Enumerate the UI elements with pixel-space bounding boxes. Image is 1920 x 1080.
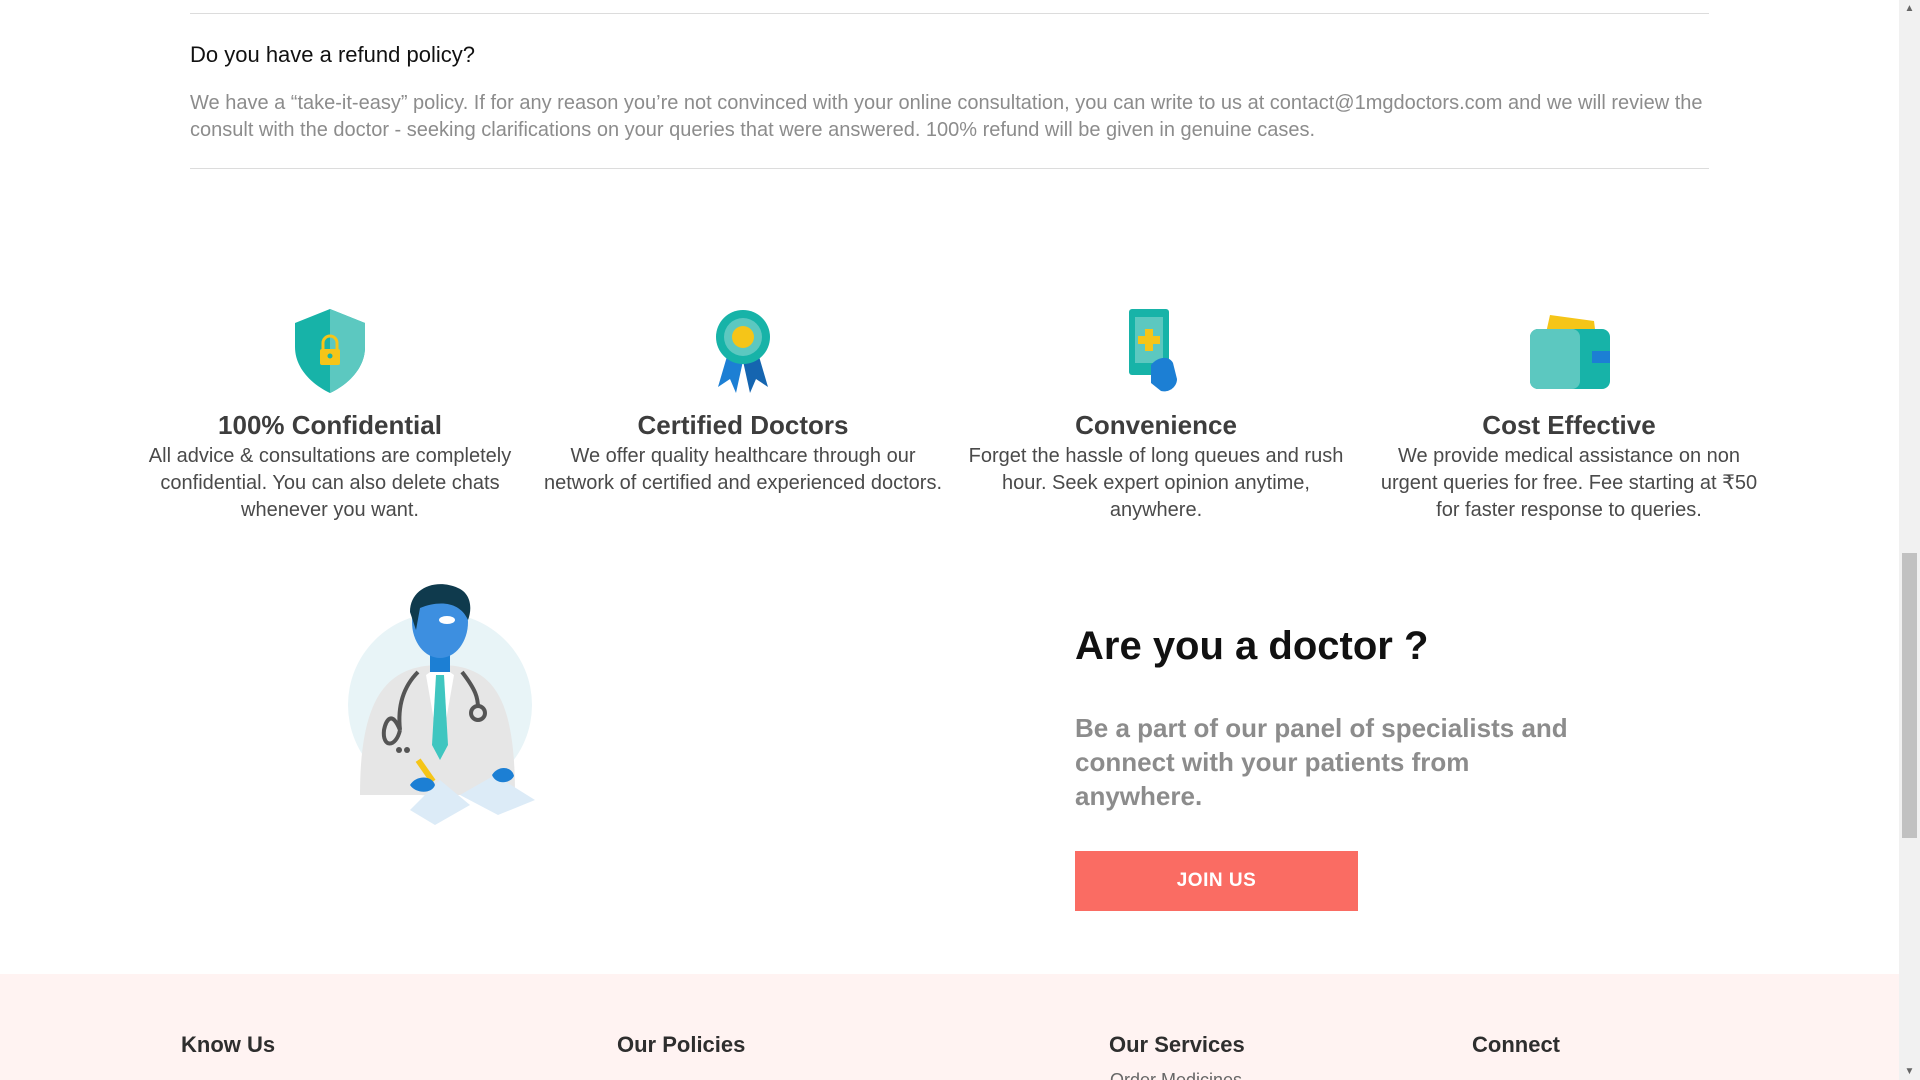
footer-heading-connect: Connect: [1472, 1032, 1560, 1057]
scroll-up-arrow-icon[interactable]: ▲: [1899, 0, 1920, 17]
feature-title: Cost Effective: [1482, 410, 1656, 440]
feature-title: 100% Confidential: [218, 410, 442, 440]
wallet-icon: [1530, 315, 1610, 389]
doctor-illustration: [348, 584, 535, 825]
feature-text: All advice & consultations are completel…: [148, 445, 512, 521]
doctor-cta-title: Are you a doctor ?: [1075, 624, 1429, 668]
phone-plus-icon: [1129, 309, 1177, 392]
footer-link[interactable]: Order Medicines: [1110, 1070, 1242, 1080]
feature-text: We provide medical assistance on non urg…: [1380, 445, 1758, 521]
footer-heading-our-policies: Our Policies: [617, 1032, 746, 1057]
award-ribbon-icon: [716, 310, 770, 393]
page: Do you have a refund policy? We have a “…: [0, 0, 1899, 1080]
divider: [190, 168, 1709, 169]
faq-question[interactable]: Do you have a refund policy?: [190, 42, 475, 68]
feature-confidential: 100% Confidential All advice & consultat…: [130, 305, 530, 524]
footer-heading-know-us: Know Us: [181, 1032, 276, 1057]
vertical-scrollbar[interactable]: ▲ ▼: [1899, 0, 1920, 1080]
footer: [0, 974, 1899, 1080]
feature-title: Convenience: [1075, 410, 1237, 440]
faq-answer: We have a “take-it-easy” policy. If for …: [190, 92, 1703, 141]
feature-convenience: Convenience Forget the hassle of long qu…: [956, 305, 1356, 524]
doctor-cta-subtitle: Be a part of our panel of specialists an…: [1075, 713, 1568, 811]
shield-lock-icon: [295, 309, 365, 393]
feature-cost-effective: Cost Effective We provide medical assist…: [1369, 305, 1769, 524]
feature-text: We offer quality healthcare through our …: [544, 445, 942, 494]
feature-title: Certified Doctors: [637, 410, 849, 440]
scroll-down-arrow-icon[interactable]: ▼: [1899, 1063, 1920, 1080]
feature-certified-doctors: Certified Doctors We offer quality healt…: [543, 305, 943, 497]
feature-text: Forget the hassle of long queues and rus…: [968, 445, 1344, 521]
join-us-button[interactable]: JOIN US: [1075, 851, 1358, 911]
footer-heading-our-services: Our Services: [1109, 1032, 1245, 1057]
scrollbar-thumb[interactable]: [1902, 553, 1917, 838]
divider: [190, 13, 1709, 14]
